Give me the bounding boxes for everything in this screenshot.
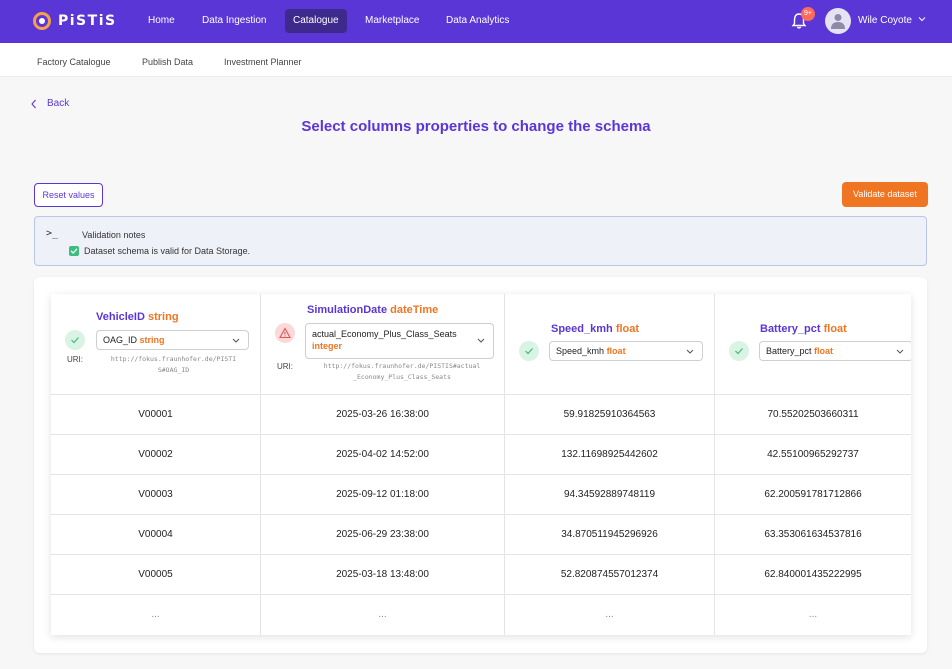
column-mapping-select[interactable]: OAG_ID string: [96, 330, 249, 350]
pistis-logo[interactable]: PiSTiS: [33, 11, 117, 31]
nav-home[interactable]: Home: [140, 9, 183, 33]
column-header-vehicleid: VehicleID string OAG_ID string URI: http…: [51, 294, 261, 395]
schema-table[interactable]: VehicleID string OAG_ID string URI: http…: [51, 294, 911, 635]
select-value: Speed_kmh: [556, 346, 605, 356]
table-cell: 62.840001435222995: [715, 555, 911, 595]
back-link[interactable]: Back: [30, 98, 69, 109]
nav-catalogue[interactable]: Catalogue: [285, 9, 347, 33]
chevron-down-icon[interactable]: [918, 15, 926, 23]
nav-data-analytics[interactable]: Data Analytics: [438, 9, 517, 33]
notification-badge: 9+: [801, 7, 815, 21]
table-cell: 59.91825910364563: [505, 395, 715, 435]
subnav-publish-data[interactable]: Publish Data: [142, 57, 193, 67]
table-cell: 2025-06-29 23:38:00: [261, 515, 505, 555]
table-cell: 2025-03-18 13:48:00: [261, 555, 505, 595]
logo-icon: [33, 12, 51, 30]
table-cell: V00001: [51, 395, 261, 435]
subnav-factory-catalogue[interactable]: Factory Catalogue: [37, 57, 111, 67]
uri-label: URI:: [277, 362, 293, 371]
table-cell: 42.55100965292737: [715, 435, 911, 475]
select-type: float: [606, 346, 626, 356]
uri-value: http://fokus.fraunhofer.de/PISTI S#OAG_I…: [96, 354, 251, 376]
column-mapping-select[interactable]: Battery_pct float: [759, 341, 911, 361]
table-cell: 62.200591781712866: [715, 475, 911, 515]
uri-label: URI:: [67, 355, 83, 364]
validation-notes-panel: >_ Validation notes Dataset schema is va…: [34, 216, 927, 266]
table-cell: ...: [505, 595, 715, 635]
page-title: Select columns properties to change the …: [301, 118, 651, 135]
table-cell: ...: [808, 609, 818, 620]
chevron-left-icon: [31, 99, 36, 108]
table-cell: 2025-04-02 14:52:00: [261, 435, 505, 475]
column-type: dateTime: [390, 304, 439, 316]
uri-line: http://fokus.fraunhofer.de/PISTI: [110, 355, 237, 363]
table-cell: 52.820874557012374: [505, 555, 715, 595]
user-name[interactable]: Wile Coyote: [858, 15, 912, 26]
chevron-down-icon: [477, 338, 485, 343]
avatar[interactable]: [825, 8, 851, 34]
select-value: OAG_ID: [103, 335, 138, 345]
column-name: Speed_kmh float: [551, 323, 639, 335]
valid-status-icon: [65, 330, 85, 350]
table-cell: 70.55202503660311: [715, 395, 911, 435]
select-type: integer: [312, 341, 343, 351]
validate-dataset-button[interactable]: Validate dataset: [842, 182, 928, 207]
table-cell: V00004: [51, 515, 261, 555]
error-status-icon: [275, 323, 295, 343]
terminal-icon: >_: [46, 228, 59, 239]
select-value: Battery_pct: [766, 346, 812, 356]
user-icon: [831, 14, 845, 29]
top-navbar: PiSTiS Home Data Ingestion Catalogue Mar…: [0, 0, 952, 43]
table-cell: 2025-03-26 16:38:00: [261, 395, 505, 435]
column-name-text: SimulationDate: [307, 304, 388, 316]
table-cell: 2025-09-12 01:18:00: [261, 475, 505, 515]
column-name-text: Battery_pct: [760, 323, 821, 335]
validation-message: Dataset schema is valid for Data Storage…: [84, 246, 251, 256]
chevron-down-icon: [896, 349, 904, 354]
chevron-down-icon: [232, 338, 240, 343]
column-name-text: VehicleID: [96, 311, 145, 323]
nav-marketplace[interactable]: Marketplace: [357, 9, 427, 33]
uri-line: S#OAG_ID: [157, 366, 190, 374]
column-name: VehicleID string: [96, 311, 179, 323]
column-type: float: [615, 323, 640, 335]
table-cell: 34.870511945296926: [505, 515, 715, 555]
table-cell: ...: [261, 595, 505, 635]
select-type: string: [139, 335, 165, 345]
table-cell: ...: [51, 595, 261, 635]
valid-status-icon: [729, 341, 749, 361]
column-header-speed-kmh: Speed_kmh float Speed_kmh float: [505, 294, 715, 395]
select-type: float: [814, 346, 834, 356]
table-cell: 63.353061634537816: [715, 515, 911, 555]
column-name: Battery_pct float: [760, 323, 847, 335]
nav-data-ingestion[interactable]: Data Ingestion: [194, 9, 275, 33]
back-label: Back: [47, 98, 70, 109]
column-name-text: Speed_kmh: [551, 323, 613, 335]
table-cell: V00002: [51, 435, 261, 475]
checkbox-checked-icon: [69, 246, 79, 256]
column-header-battery-pct: Battery_pct float Battery_pct float: [715, 294, 911, 395]
uri-line: _Economy_Plus_Class_Seats: [353, 373, 451, 381]
validation-notes-title: Validation notes: [82, 230, 146, 240]
column-type: string: [147, 311, 179, 323]
table-cell: 132.11698925442602: [505, 435, 715, 475]
logo-text: PiSTiS: [58, 13, 117, 29]
chevron-down-icon: [686, 349, 694, 354]
uri-value: http://fokus.fraunhofer.de/PISTIS#actual…: [305, 361, 499, 383]
subnav-investment-planner[interactable]: Investment Planner: [224, 57, 302, 67]
reset-values-button[interactable]: Reset values: [34, 183, 103, 207]
table-cell: V00003: [51, 475, 261, 515]
table-cell: 94.34592889748119: [505, 475, 715, 515]
sub-navbar: Factory Catalogue Publish Data Investmen…: [0, 43, 952, 77]
valid-status-icon: [519, 341, 539, 361]
column-mapping-select[interactable]: Speed_kmh float: [549, 341, 703, 361]
select-value: actual_Economy_Plus_Class_Seats: [312, 329, 457, 339]
table-cell: V00005: [51, 555, 261, 595]
column-mapping-select[interactable]: actual_Economy_Plus_Class_Seats integer: [305, 323, 494, 359]
column-header-simulationdate: SimulationDate dateTime actual_Economy_P…: [261, 294, 505, 395]
column-type: float: [823, 323, 847, 335]
uri-line: http://fokus.fraunhofer.de/PISTIS#actual: [323, 362, 481, 370]
column-name: SimulationDate dateTime: [307, 304, 438, 316]
